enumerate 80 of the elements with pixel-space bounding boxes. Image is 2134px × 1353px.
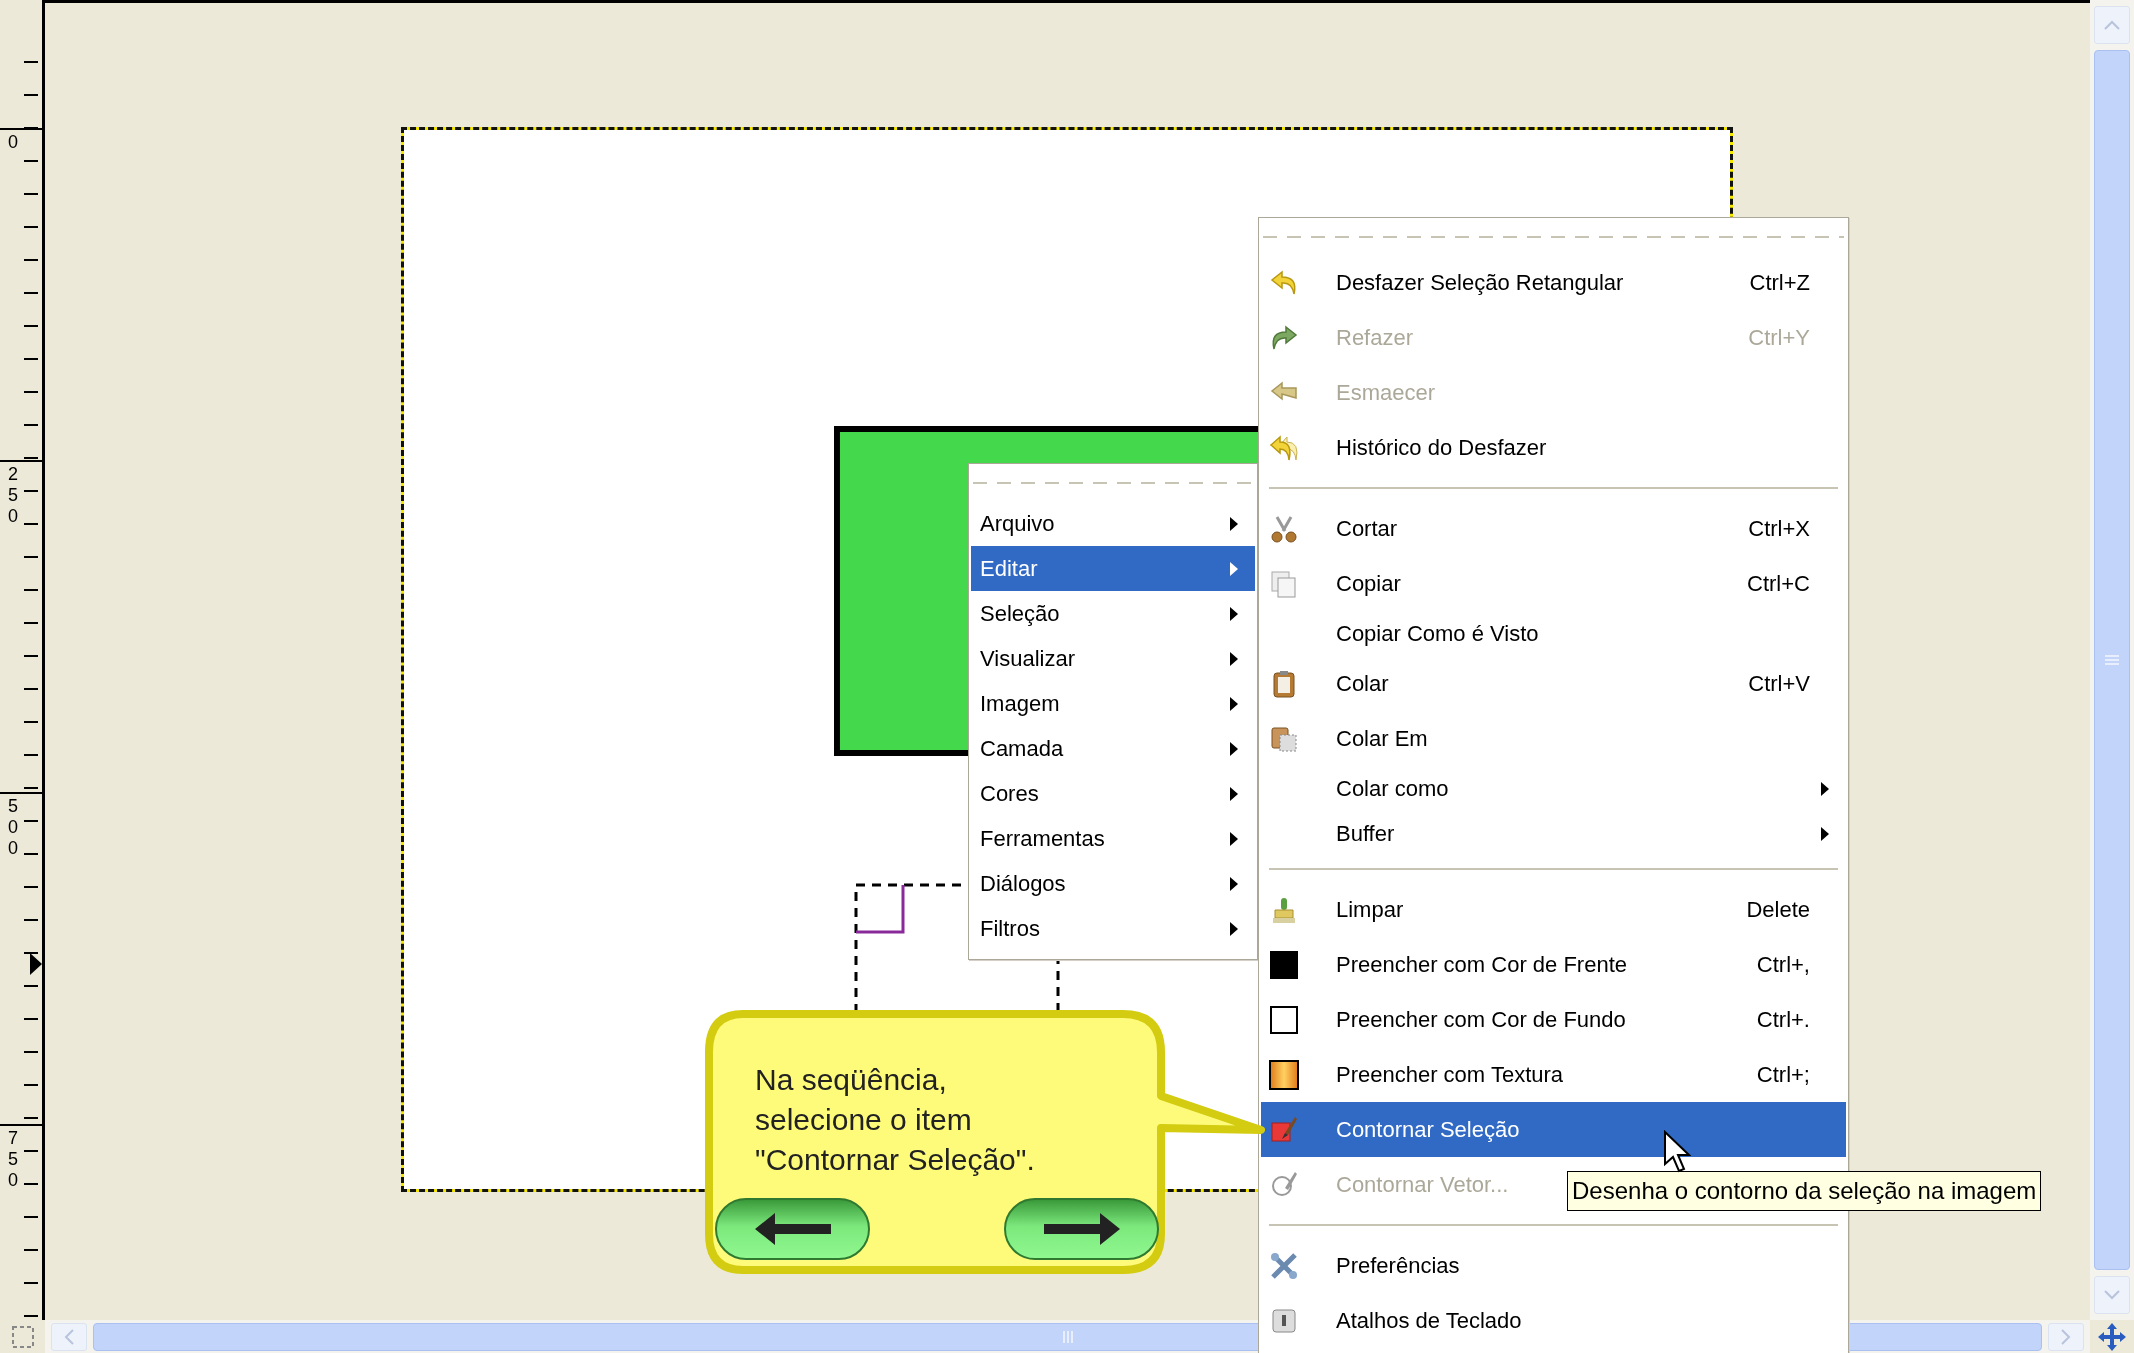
- submenu-arrow-icon: [1229, 605, 1239, 622]
- submenu-arrow-icon: [1229, 515, 1239, 532]
- menu-item[interactable]: Preferências: [1261, 1238, 1846, 1293]
- shortcut-text: Ctrl+.: [1756, 1006, 1810, 1033]
- submenu-arrow-icon: [1229, 785, 1239, 802]
- paintbrush-icon: [1269, 1114, 1299, 1145]
- grip-icon: [1061, 1329, 1074, 1344]
- chevron-up-icon: [2104, 20, 2120, 30]
- submenu-arrow-icon: [1229, 875, 1239, 892]
- menu-item[interactable]: Buffer: [1261, 811, 1846, 856]
- shortcut-text: Ctrl+;: [1756, 1061, 1810, 1088]
- scroll-down-button[interactable]: [2094, 1276, 2130, 1314]
- menu-item[interactable]: Copiar Como é Visto: [1261, 611, 1846, 656]
- submenu-arrow-icon: [1820, 825, 1830, 842]
- striped-swatch-icon: [1269, 1059, 1299, 1090]
- right-arrow-icon: [1041, 1211, 1122, 1247]
- ruler-label: 750: [7, 1127, 19, 1191]
- chevron-down-icon: [2104, 1290, 2120, 1300]
- menu-item[interactable]: Desfazer Seleção Retangular Ctrl+Z: [1261, 255, 1846, 310]
- scroll-left-button[interactable]: [51, 1322, 87, 1351]
- tearoff-line[interactable]: [1263, 236, 1844, 238]
- menu-item[interactable]: Atalhos de Teclado: [1261, 1293, 1846, 1348]
- ruler-label: 250: [7, 463, 19, 527]
- ruler-label: 500: [7, 795, 19, 859]
- shortcut-text: Ctrl+X: [1748, 515, 1810, 542]
- back-button[interactable]: [715, 1198, 870, 1260]
- chevron-right-icon: [2061, 1328, 2071, 1345]
- menu-item[interactable]: Seleção: [971, 591, 1255, 636]
- menu-item[interactable]: Preencher com Cor de Fundo Ctrl+.: [1261, 992, 1846, 1047]
- menu-item[interactable]: Editar: [971, 546, 1255, 591]
- menu-item[interactable]: Cores: [971, 771, 1255, 816]
- tooltip: Desenha o contorno da seleção na imagem: [1567, 1171, 2042, 1211]
- move-arrows-icon[interactable]: [2097, 1321, 2127, 1352]
- empty-square-icon: [1269, 1004, 1299, 1035]
- submenu-arrow-icon: [1229, 695, 1239, 712]
- menu-item[interactable]: Limpar Delete: [1261, 882, 1846, 937]
- menu-item[interactable]: Arquivo: [971, 501, 1255, 546]
- submenu-arrow-icon: [1229, 920, 1239, 937]
- pointer-position-icon: [30, 953, 42, 975]
- scroll-up-button[interactable]: [2094, 6, 2130, 44]
- submenu-arrow-icon: [1229, 650, 1239, 667]
- shortcut-text: Ctrl+V: [1748, 670, 1810, 697]
- menu-item[interactable]: Colar Em: [1261, 711, 1846, 766]
- submenu-arrow-icon: [1820, 780, 1830, 797]
- menu-item[interactable]: Preencher com Cor de Frente Ctrl+,: [1261, 937, 1846, 992]
- chevron-left-icon: [64, 1328, 74, 1345]
- menu-item[interactable]: Imagem: [971, 681, 1255, 726]
- tools-icon: [1269, 1250, 1299, 1281]
- menu-item[interactable]: Diálogos: [971, 861, 1255, 906]
- filled-square-icon: [1269, 949, 1299, 980]
- shortcut-text: Ctrl+Y: [1748, 324, 1810, 351]
- scroll-thumb[interactable]: [2094, 50, 2130, 1270]
- pages-icon: [1269, 568, 1299, 599]
- submenu-arrow-icon: [1229, 830, 1239, 847]
- dashed-square-icon[interactable]: [10, 1324, 35, 1349]
- double-arrow-icon: [1269, 432, 1299, 463]
- shortcut-text: Ctrl+,: [1756, 951, 1810, 978]
- menu-item[interactable]: Visualizar: [971, 636, 1255, 681]
- ruler-label: 0: [7, 131, 19, 153]
- menu-item[interactable]: Cortar Ctrl+X: [1261, 501, 1846, 556]
- mouse-cursor-icon: [1663, 1130, 1691, 1174]
- menu-item[interactable]: Histórico do Desfazer: [1261, 420, 1846, 475]
- menu-item[interactable]: Camada: [971, 726, 1255, 771]
- shortcut-text: Ctrl+Z: [1749, 269, 1810, 296]
- shortcut-text: Ctrl+C: [1747, 570, 1810, 597]
- menu-item[interactable]: Copiar Ctrl+C: [1261, 556, 1846, 611]
- menu-item[interactable]: Filtros: [971, 906, 1255, 951]
- menu-item[interactable]: Ferramentas: [971, 816, 1255, 861]
- next-button[interactable]: [1004, 1198, 1159, 1260]
- tearoff-line[interactable]: [973, 482, 1253, 484]
- menu-item[interactable]: Colar Ctrl+V: [1261, 656, 1846, 711]
- menu-item[interactable]: Preencher com Textura Ctrl+;: [1261, 1047, 1846, 1102]
- menu-item[interactable]: Contornar Seleção: [1261, 1102, 1846, 1157]
- submenu-arrow-icon: [1229, 740, 1239, 757]
- callout-text: Na seqüência, selecione o item "Contornar Seleção".: [755, 1062, 1036, 1178]
- scroll-right-button[interactable]: [2048, 1322, 2084, 1351]
- menu-item[interactable]: Colar como: [1261, 766, 1846, 811]
- submenu-arrow-icon: [1229, 560, 1239, 577]
- grip-icon: [2104, 654, 2120, 666]
- shortcut-text: Delete: [1746, 896, 1810, 923]
